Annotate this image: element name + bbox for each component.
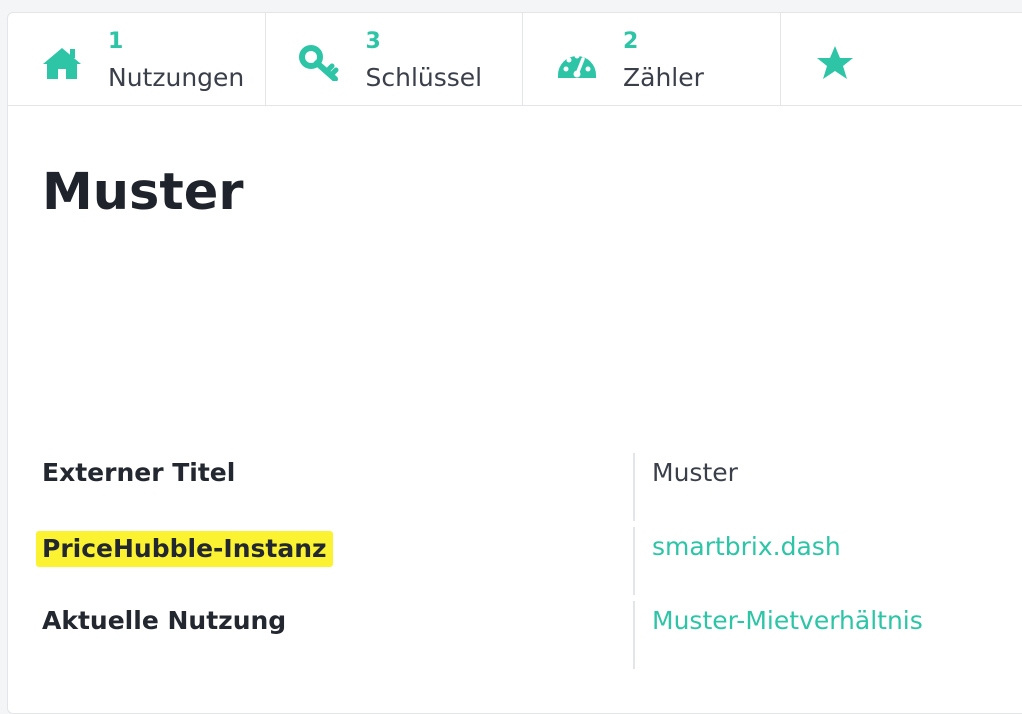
property-label: Aktuelle Nutzung: [42, 605, 286, 637]
page-title: Muster: [42, 163, 244, 223]
column-divider: [633, 527, 635, 595]
tab-nutzungen[interactable]: 1 Nutzungen: [8, 13, 266, 105]
current-usage-link[interactable]: Muster-Mietverhältnis: [652, 605, 923, 637]
property-label: PriceHubble-Instanz: [36, 531, 333, 567]
tab-favoriten[interactable]: [781, 13, 1022, 105]
key-icon: [299, 45, 341, 81]
gauge-icon: [556, 45, 598, 81]
summary-tabs: 1 Nutzungen 3 Schlüssel: [8, 13, 1022, 106]
detail-card: 1 Nutzungen 3 Schlüssel: [7, 12, 1022, 714]
home-icon: [41, 45, 83, 81]
pricehubble-instance-link[interactable]: smartbrix.dash: [652, 531, 841, 563]
property-list: Externer Titel Muster PriceHubble-Instan…: [8, 453, 1022, 675]
tab-label: Nutzungen: [108, 63, 244, 93]
star-icon: [814, 45, 856, 81]
tab-zaehler[interactable]: 2 Zähler: [523, 13, 781, 105]
tab-count: 1: [108, 28, 123, 56]
tab-count: 3: [366, 28, 381, 56]
property-label: Externer Titel: [42, 457, 235, 489]
column-divider: [633, 601, 635, 669]
property-row: Externer Titel Muster: [8, 453, 1022, 527]
tab-schluessel[interactable]: 3 Schlüssel: [266, 13, 524, 105]
column-divider: [633, 453, 635, 521]
property-row: PriceHubble-Instanz smartbrix.dash: [8, 527, 1022, 601]
tab-count: 2: [623, 28, 638, 56]
tab-label: Zähler: [623, 63, 704, 93]
tab-label: Schlüssel: [366, 63, 483, 93]
property-value: Muster: [652, 457, 738, 489]
property-row: Aktuelle Nutzung Muster-Mietverhältnis: [8, 601, 1022, 675]
